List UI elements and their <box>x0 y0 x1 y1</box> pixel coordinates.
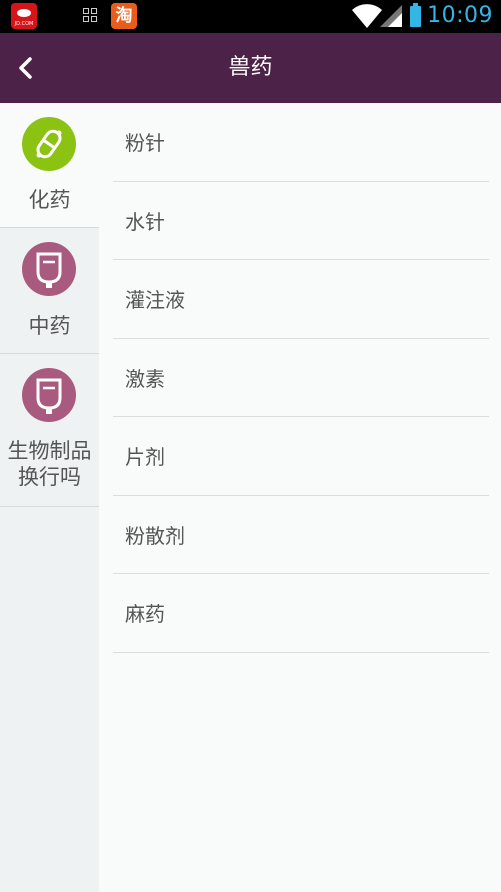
wifi-icon <box>352 4 382 28</box>
sidebar-item-chemical[interactable]: 化药 <box>0 103 99 228</box>
list-item[interactable]: 灌注液 <box>113 260 489 339</box>
status-bar: JD.COM 淘 10:09 <box>0 0 501 33</box>
jd-app-icon: JD.COM <box>11 3 37 29</box>
app-header: 兽药 <box>0 33 501 103</box>
taobao-app-icon: 淘 <box>111 3 137 29</box>
status-time: 10:09 <box>427 3 493 28</box>
sidebar-item-label: 中药 <box>28 314 71 338</box>
list-item[interactable]: 粉散剂 <box>113 496 489 574</box>
battery-icon <box>410 3 421 27</box>
pill-icon <box>22 117 76 171</box>
list-item[interactable]: 片剂 <box>113 417 489 496</box>
iv-bag-icon <box>22 368 76 422</box>
sidebar-item-chinese-medicine[interactable]: 中药 <box>0 228 99 354</box>
list-item[interactable]: 水针 <box>113 182 489 260</box>
sidebar-item-label: 生物制品换行吗 <box>7 439 92 489</box>
signal-icon <box>380 5 402 27</box>
jd-app-label: JD.COM <box>14 21 34 27</box>
category-sidebar: 化药 中药 生物制品换行吗 <box>0 103 99 892</box>
chevron-left-icon <box>19 57 32 79</box>
grid-icon <box>83 8 98 23</box>
page-title: 兽药 <box>228 55 273 80</box>
list-item[interactable]: 激素 <box>113 339 489 417</box>
iv-bag-icon <box>22 242 76 296</box>
back-button[interactable] <box>8 48 48 88</box>
subcategory-list: 粉针 水针 灌注液 激素 片剂 粉散剂 麻药 <box>113 103 489 653</box>
list-item[interactable]: 麻药 <box>113 574 489 653</box>
list-item[interactable]: 粉针 <box>113 103 489 182</box>
main-content: 化药 中药 生物制品换行吗 粉针 水针 灌注液 激素 片剂 粉散剂 麻药 <box>0 103 501 892</box>
sidebar-item-biologics[interactable]: 生物制品换行吗 <box>0 354 99 507</box>
sidebar-item-label: 化药 <box>28 188 71 212</box>
